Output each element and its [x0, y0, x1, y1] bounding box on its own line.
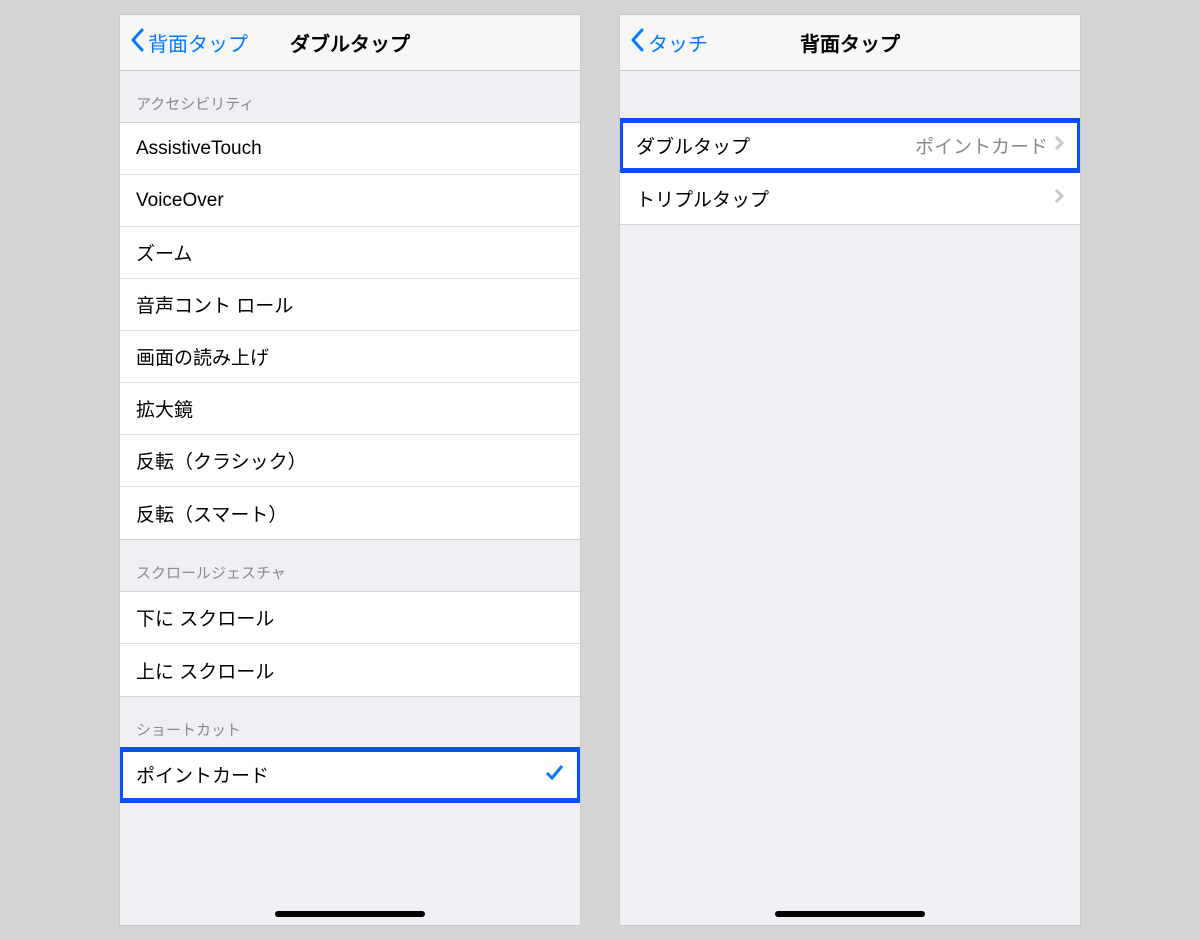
- chevron-right-icon: [1054, 135, 1064, 156]
- list-item[interactable]: 拡大鏡: [120, 383, 580, 435]
- phone-screen-right: タッチ 背面タップ ダブルタップ ポイントカード トリプルタップ: [620, 15, 1080, 925]
- phone-screen-left: 背面タップ ダブルタップ アクセシビリティ AssistiveTouch Voi…: [120, 15, 580, 925]
- accessibility-list: AssistiveTouch VoiceOver ズーム 音声コント ロール 画…: [120, 122, 580, 540]
- section-header-shortcut: ショートカット: [120, 697, 580, 748]
- navbar-left: 背面タップ ダブルタップ: [120, 15, 580, 71]
- shortcut-list: ポイントカード: [120, 748, 580, 802]
- row-label: ポイントカード: [136, 761, 269, 788]
- list-item[interactable]: 反転（スマート）: [120, 487, 580, 539]
- row-value: ポイントカード: [915, 132, 1048, 159]
- back-button-right[interactable]: タッチ: [630, 28, 708, 58]
- navbar-right: タッチ 背面タップ: [620, 15, 1080, 71]
- home-indicator[interactable]: [775, 911, 925, 917]
- row-label: 上に スクロール: [136, 657, 274, 684]
- row-label: 反転（クラシック）: [136, 447, 307, 474]
- row-label: 下に スクロール: [136, 604, 274, 631]
- list-item[interactable]: VoiceOver: [120, 175, 580, 227]
- list-item[interactable]: ズーム: [120, 227, 580, 279]
- back-label-left: 背面タップ: [148, 28, 248, 57]
- list-item[interactable]: AssistiveTouch: [120, 123, 580, 175]
- checkmark-icon: [544, 762, 564, 787]
- scroll-list: 下に スクロール 上に スクロール: [120, 591, 580, 697]
- backtap-list: ダブルタップ ポイントカード トリプルタップ: [620, 119, 1080, 225]
- row-label: 反転（スマート）: [136, 500, 287, 527]
- content-right: ダブルタップ ポイントカード トリプルタップ: [620, 71, 1080, 925]
- back-label-right: タッチ: [648, 28, 708, 57]
- row-label: ズーム: [136, 239, 192, 266]
- spacer-header: [620, 71, 1080, 119]
- chevron-right-icon: [1054, 188, 1064, 209]
- row-double-tap[interactable]: ダブルタップ ポイントカード: [620, 120, 1080, 172]
- home-indicator[interactable]: [275, 911, 425, 917]
- row-label: 拡大鏡: [136, 395, 193, 422]
- row-label: ダブルタップ: [636, 132, 750, 159]
- content-left: アクセシビリティ AssistiveTouch VoiceOver ズーム 音声…: [120, 71, 580, 925]
- back-button-left[interactable]: 背面タップ: [130, 28, 248, 58]
- list-item[interactable]: 上に スクロール: [120, 644, 580, 696]
- section-header-scroll: スクロールジェスチャ: [120, 540, 580, 591]
- row-label: AssistiveTouch: [136, 138, 262, 160]
- row-triple-tap[interactable]: トリプルタップ: [620, 172, 1080, 224]
- list-item[interactable]: 反転（クラシック）: [120, 435, 580, 487]
- row-label: トリプルタップ: [636, 185, 769, 212]
- row-label: 音声コント ロール: [136, 291, 293, 318]
- row-label: 画面の読み上げ: [136, 343, 269, 370]
- section-header-accessibility: アクセシビリティ: [120, 71, 580, 122]
- chevron-left-icon: [130, 28, 148, 58]
- list-item-selected[interactable]: ポイントカード: [120, 749, 580, 801]
- row-label: VoiceOver: [136, 190, 224, 212]
- list-item[interactable]: 画面の読み上げ: [120, 331, 580, 383]
- list-item[interactable]: 下に スクロール: [120, 592, 580, 644]
- list-item[interactable]: 音声コント ロール: [120, 279, 580, 331]
- chevron-left-icon: [630, 28, 648, 58]
